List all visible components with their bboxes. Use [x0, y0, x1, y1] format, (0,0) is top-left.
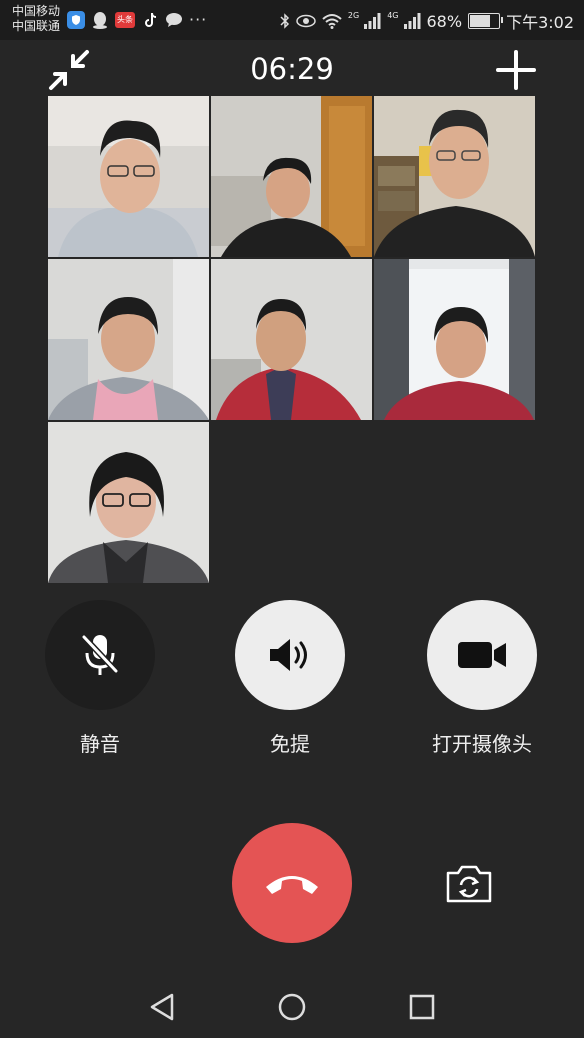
- home-circle-icon: [278, 993, 306, 1021]
- participant-2-video[interactable]: [211, 96, 372, 257]
- signal-icon-2: [403, 13, 420, 29]
- speaker-control[interactable]: 免提: [235, 600, 345, 757]
- network-type-2: 4G: [387, 10, 399, 20]
- battery-icon: [468, 13, 504, 29]
- carrier-2: 中国联通: [12, 19, 61, 33]
- status-right: 2G 4G 68% 下午3:02: [280, 9, 574, 33]
- bluetooth-icon: [280, 13, 289, 29]
- news-app-badge: 头条: [117, 15, 133, 24]
- chat-bubble-icon: [165, 11, 183, 29]
- speaker-label: 免提: [270, 732, 310, 756]
- clock: 下午3:02: [506, 13, 574, 32]
- signal-icon-1: [364, 13, 381, 29]
- battery-percent: 68%: [426, 11, 463, 31]
- tiktok-icon: [141, 11, 159, 29]
- phone-hangup-icon: [266, 876, 318, 894]
- camera-button[interactable]: [427, 600, 537, 710]
- speaker-button[interactable]: [235, 600, 345, 710]
- camera-control[interactable]: 打开摄像头: [427, 600, 537, 757]
- nav-home-button[interactable]: [274, 989, 310, 1025]
- news-app-icon: 头条: [115, 11, 135, 28]
- back-triangle-icon: [150, 993, 174, 1021]
- nav-recents-button[interactable]: [404, 989, 440, 1025]
- video-camera-icon: [458, 642, 506, 668]
- participant-7-video[interactable]: [48, 422, 209, 583]
- mute-control[interactable]: 静音: [45, 600, 155, 757]
- recents-square-icon: [409, 994, 435, 1020]
- speaker-icon: [270, 639, 307, 671]
- network-type-1: 2G: [347, 10, 360, 20]
- carrier-1: 中国移动: [12, 4, 61, 18]
- eye-comfort-icon: [296, 14, 316, 28]
- camera-switch-icon: [446, 865, 492, 903]
- add-participant-button[interactable]: [494, 48, 538, 92]
- mic-off-icon: [81, 634, 119, 675]
- notification-icons: 头条 ···: [67, 10, 207, 29]
- participant-1-video[interactable]: [48, 96, 209, 257]
- participant-6-video[interactable]: [374, 259, 535, 420]
- status-bar: 中国移动 中国联通 头条 ··· 2G 4G 68% 下午3:02: [0, 0, 584, 40]
- plus-icon: [496, 50, 536, 90]
- more-dots-icon: ···: [189, 10, 208, 29]
- nav-back-button[interactable]: [144, 989, 180, 1025]
- hang-up-button[interactable]: [232, 823, 352, 943]
- participant-4-video[interactable]: [48, 259, 209, 420]
- battery-fill: [470, 15, 491, 27]
- carrier-info: 中国移动 中国联通: [12, 4, 60, 34]
- switch-camera-button[interactable]: [444, 861, 494, 905]
- camera-label: 打开摄像头: [432, 732, 532, 756]
- wifi-icon: [322, 14, 342, 29]
- qq-icon: [91, 11, 109, 29]
- participant-5-video[interactable]: [211, 259, 372, 420]
- participant-3-video[interactable]: [374, 96, 535, 257]
- mute-label: 静音: [80, 732, 120, 756]
- navigation-bar: [0, 975, 584, 1038]
- mute-button[interactable]: [45, 600, 155, 710]
- shield-icon: [67, 10, 85, 29]
